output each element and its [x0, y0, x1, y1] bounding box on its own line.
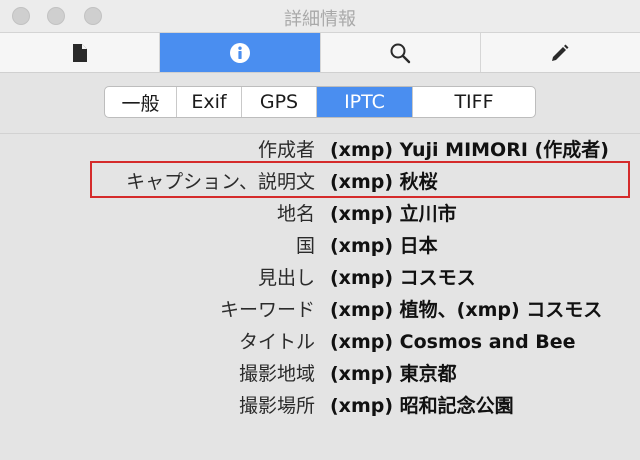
metadata-label: 撮影場所: [238, 395, 315, 417]
toolbar-document-button[interactable]: [0, 33, 161, 72]
metadata-label: 地名: [276, 203, 315, 225]
toolbar-info-button[interactable]: [160, 33, 321, 72]
metadata-label: キーワード: [219, 299, 315, 321]
window-title: 詳細情報: [284, 9, 356, 30]
metadata-label: タイトル: [238, 331, 315, 353]
inspector-toolbar: [0, 32, 640, 73]
tab-gps[interactable]: GPS: [242, 87, 317, 117]
tab-iptc[interactable]: IPTC: [317, 87, 413, 117]
metadata-row: 見出し (xmp) コスモス: [0, 262, 640, 294]
metadata-value: (xmp) 昭和記念公園: [330, 395, 514, 417]
toolbar-search-button[interactable]: [321, 33, 481, 72]
metadata-row: 撮影地域 (xmp) 東京都: [0, 358, 640, 390]
metadata-value: (xmp) 植物、(xmp) コスモス: [330, 299, 603, 321]
highlight-box: [90, 161, 630, 198]
metadata-value: (xmp) コスモス: [330, 267, 476, 289]
metadata-row: 撮影場所 (xmp) 昭和記念公園: [0, 390, 640, 422]
metadata-value: (xmp) 東京都: [330, 363, 457, 385]
metadata-label: 見出し: [257, 267, 315, 289]
metadata-value: (xmp) Cosmos and Bee: [330, 331, 576, 353]
info-icon: [229, 42, 250, 63]
title-bar: 詳細情報: [0, 0, 640, 32]
tab-exif[interactable]: Exif: [177, 87, 242, 117]
tab-general[interactable]: 一般: [105, 87, 177, 117]
metadata-value: (xmp) 立川市: [330, 203, 457, 225]
metadata-row: 地名 (xmp) 立川市: [0, 198, 640, 230]
search-icon: [390, 43, 411, 63]
pencil-icon: [552, 44, 569, 61]
metadata-tabs: 一般 Exif GPS IPTC TIFF: [104, 86, 536, 118]
metadata-row: キーワード (xmp) 植物、(xmp) コスモス: [0, 294, 640, 326]
document-icon: [72, 43, 87, 62]
tab-tiff[interactable]: TIFF: [413, 87, 535, 117]
metadata-label: 撮影地域: [238, 363, 315, 385]
metadata-label: 国: [295, 235, 315, 257]
metadata-row: 国 (xmp) 日本: [0, 230, 640, 262]
metadata-row: タイトル (xmp) Cosmos and Bee: [0, 326, 640, 358]
toolbar-edit-button[interactable]: [481, 33, 640, 72]
metadata-value: (xmp) 日本: [330, 235, 438, 257]
